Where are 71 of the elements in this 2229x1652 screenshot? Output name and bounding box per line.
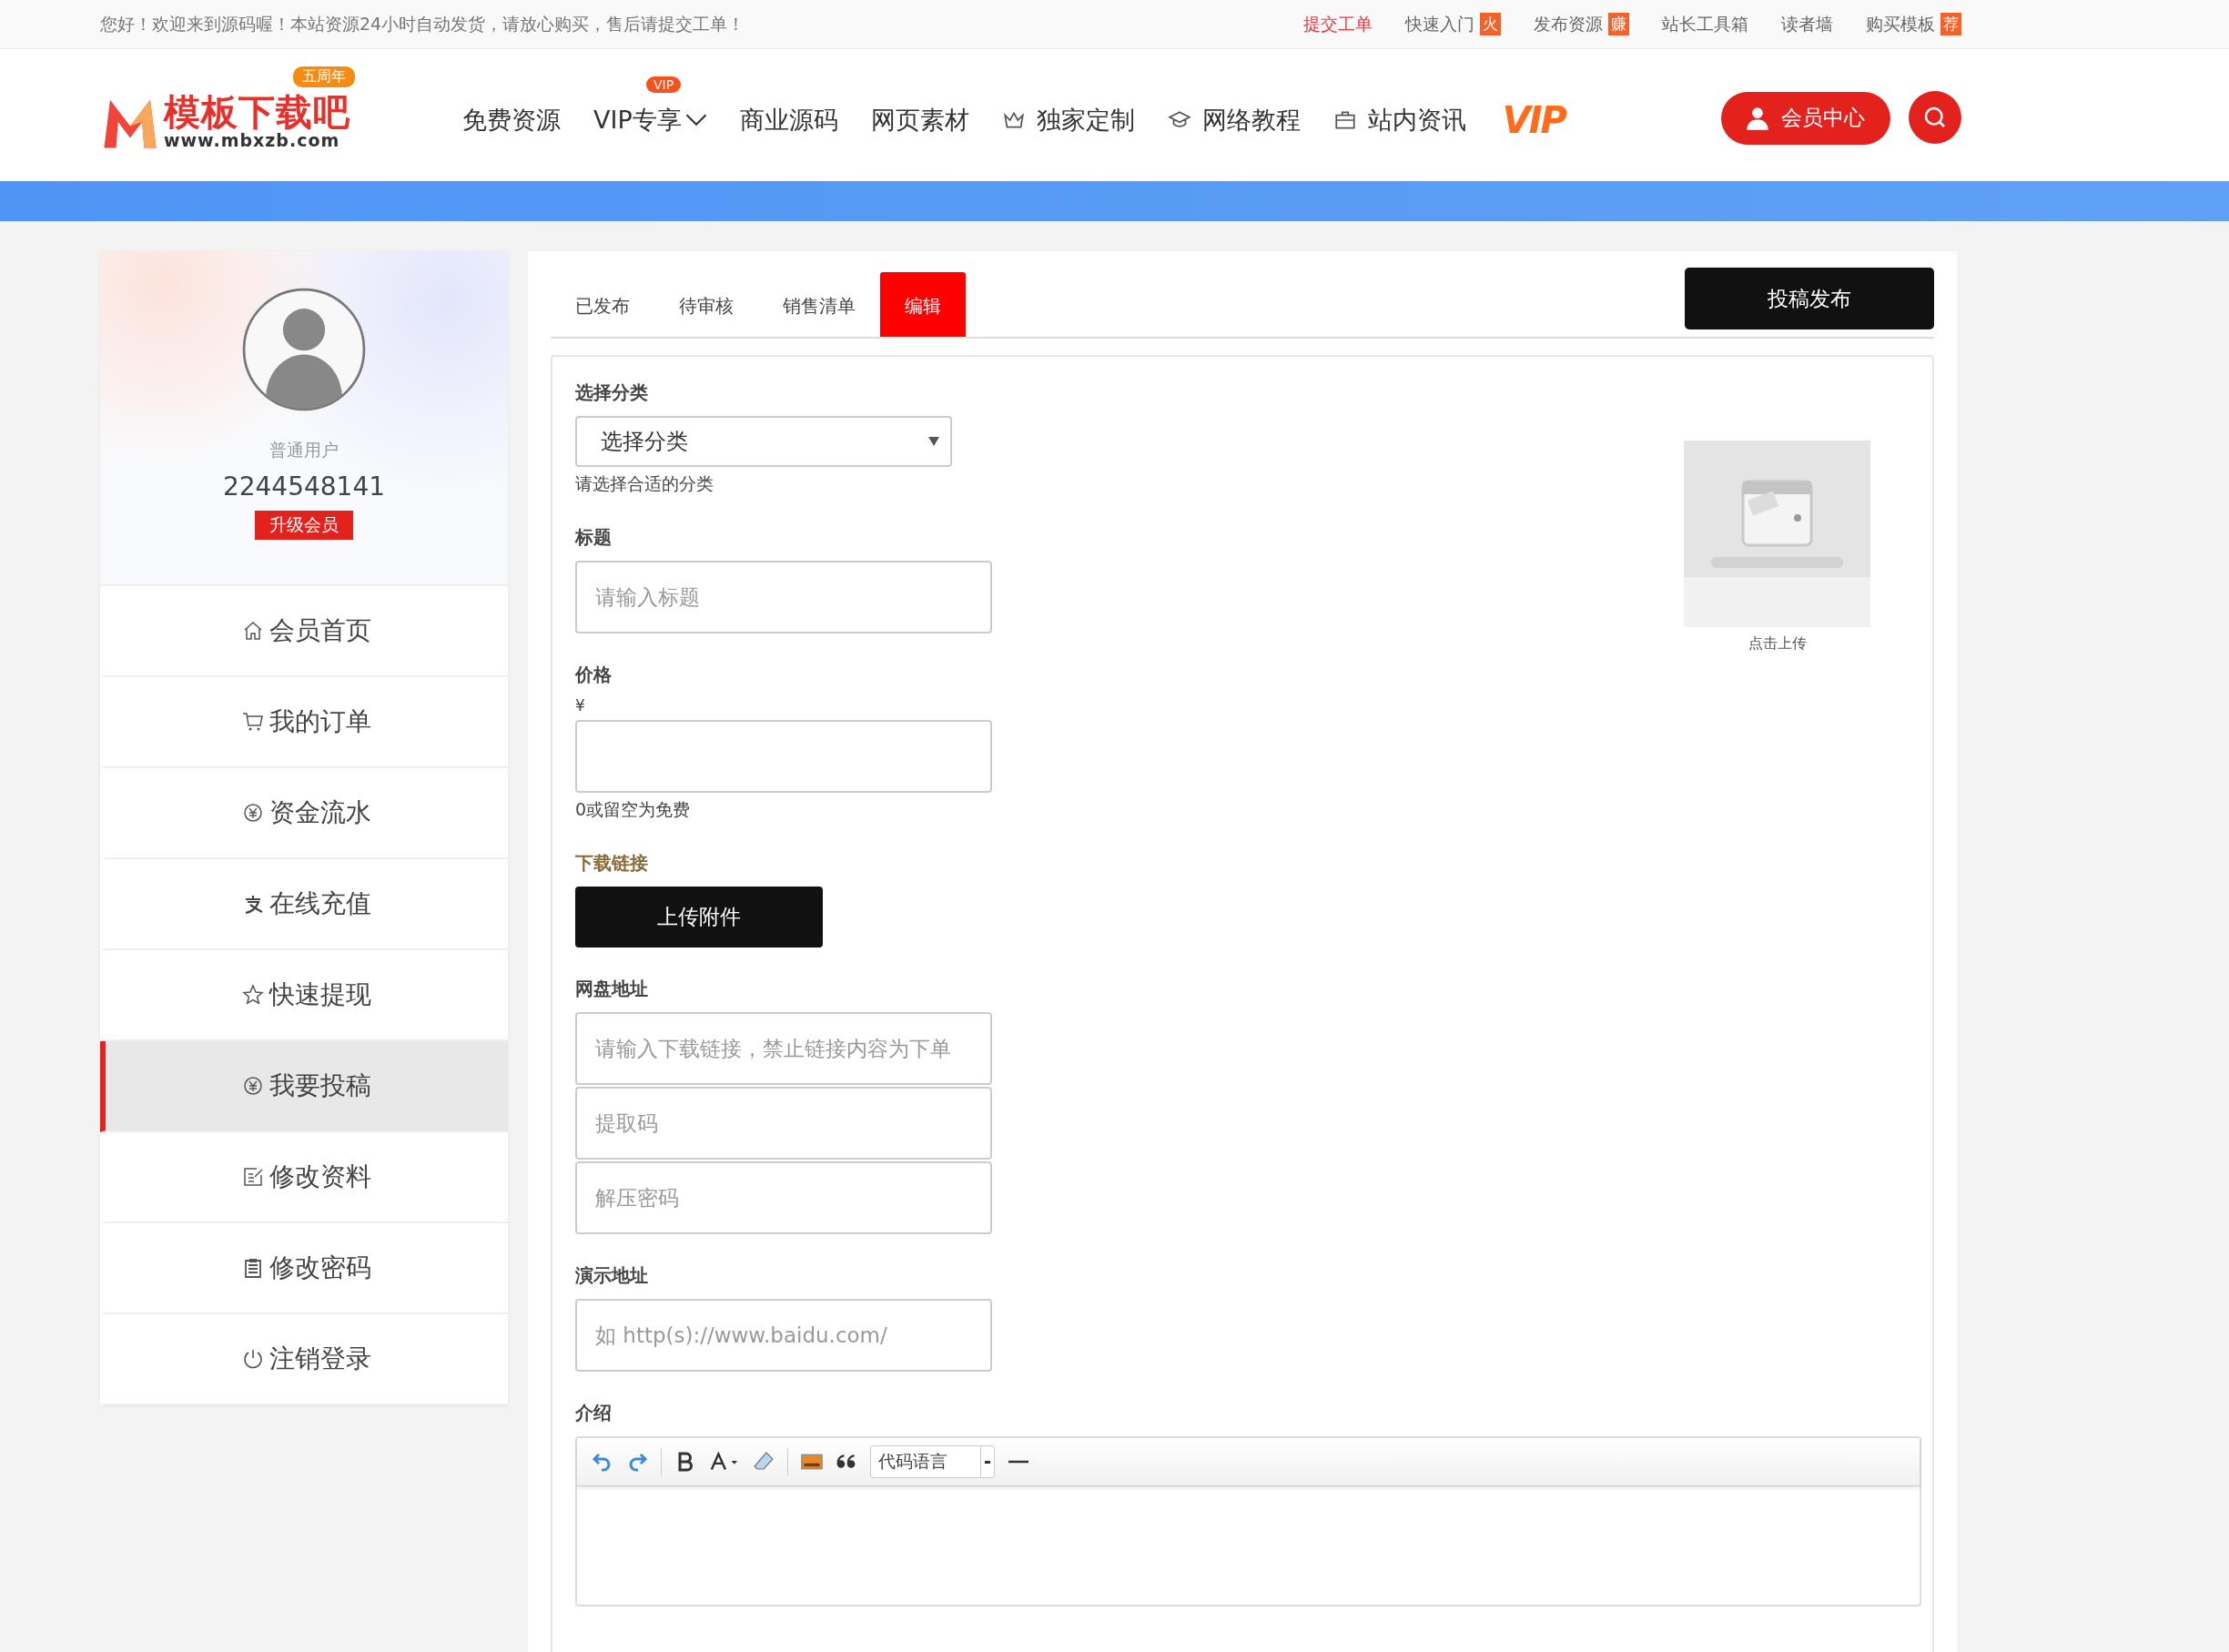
nav-link[interactable]: 免费资源 [462,103,561,137]
sidebar-item[interactable]: 注销登录 [100,1314,508,1405]
field-hint: 0或留空为免费 [575,798,691,821]
field-label: 网盘地址 [575,977,648,1001]
rich-text-editor[interactable]: 代码语言 [575,1436,1921,1606]
field-label: 标题 [575,525,612,550]
input-field[interactable]: 如 http(s)://www.baidu.com/ [575,1299,992,1372]
member-center-button[interactable]: 会员中心 [1721,91,1890,145]
cart-icon [242,711,264,733]
tab[interactable]: 已发布 [551,272,654,337]
publish-button[interactable]: 投稿发布 [1685,268,1934,329]
field-label: 演示地址 [575,1263,648,1288]
field-hint: 请选择合适的分类 [575,472,714,495]
sidebar-item[interactable]: 会员首页 [100,586,508,677]
tab[interactable]: 待审核 [654,272,758,337]
user-icon [1745,105,1770,131]
yen-coin-icon [242,802,264,824]
nav-link[interactable]: 站内资讯 [1332,103,1466,137]
tab[interactable]: 编辑 [880,272,966,337]
field-label: 选择分类 [575,380,648,405]
search-button[interactable] [1909,90,1961,144]
font-color-icon[interactable] [709,1451,740,1473]
power-icon [242,1348,264,1370]
welcome-text: 您好！欢迎来到源码喔！本站资源24小时自动发货，请放心购买，售后请提交工单！ [100,12,745,35]
field-label: 介绍 [575,1401,613,1425]
currency-symbol: ¥ [575,696,585,715]
sidebar-item[interactable]: 我的订单 [100,677,508,768]
category-select[interactable]: 选择分类 [575,416,952,467]
vip-badge: VIP [646,76,682,93]
top-link[interactable]: 快速入门 [1405,12,1474,36]
anniversary-badge: 五周年 [293,66,355,87]
edit-icon [242,1166,264,1188]
upgrade-button[interactable]: 升级会员 [255,511,353,540]
tab[interactable]: 销售清单 [758,272,880,337]
sidebar-item[interactable]: 资金流水 [100,768,508,859]
yen-coin-icon [242,1075,264,1097]
input-field[interactable]: 请输入下载链接，禁止链接内容为下单 [575,1012,992,1085]
badge: 荐 [1940,13,1961,35]
nav-link[interactable]: 独家定制 [1001,103,1135,137]
eraser-icon[interactable] [753,1451,775,1473]
nav-link[interactable]: 网页素材 [870,103,969,137]
input-field[interactable]: 请输入标题 [575,561,992,633]
top-link[interactable]: 站长工具箱 [1662,12,1748,36]
nav-link[interactable]: 网络教程 [1167,103,1301,137]
upload-button[interactable]: 上传附件 [575,887,823,948]
badge: 赚 [1608,13,1629,35]
badge: 火 [1480,13,1501,35]
top-link[interactable]: 购买模板 [1866,12,1935,36]
input-field[interactable]: 解压密码 [575,1161,992,1234]
user-role: 普通用户 [269,439,339,461]
upload-caption[interactable]: 点击上传 [1748,634,1807,654]
clipboard-icon [242,1257,264,1279]
nav-link[interactable]: 商业源码 [739,103,838,137]
sidebar-item[interactable]: 在线充值 [100,859,508,950]
input-field[interactable] [575,720,992,793]
field-label: 价格 [575,663,612,687]
field-label: 下载链接 [575,851,648,876]
top-link[interactable]: 读者墙 [1781,12,1833,36]
home-icon [242,620,264,642]
logo-url: www.mbxzb.com [164,129,341,150]
top-link[interactable]: 提交工单 [1303,12,1373,36]
user-id: 2244548141 [222,471,386,502]
avatar-icon [242,288,366,411]
star-icon [242,984,264,1006]
logo-name: 模板下载吧 [164,93,350,130]
sidebar-item[interactable]: 修改资料 [100,1132,508,1223]
input-field[interactable]: 提取码 [575,1087,992,1160]
sidebar-item[interactable]: 修改密码 [100,1223,508,1314]
top-link[interactable]: 发布资源 [1534,12,1603,36]
code-language-select[interactable]: 代码语言 [870,1445,995,1478]
sidebar-item[interactable]: 我要投稿 [100,1041,508,1132]
